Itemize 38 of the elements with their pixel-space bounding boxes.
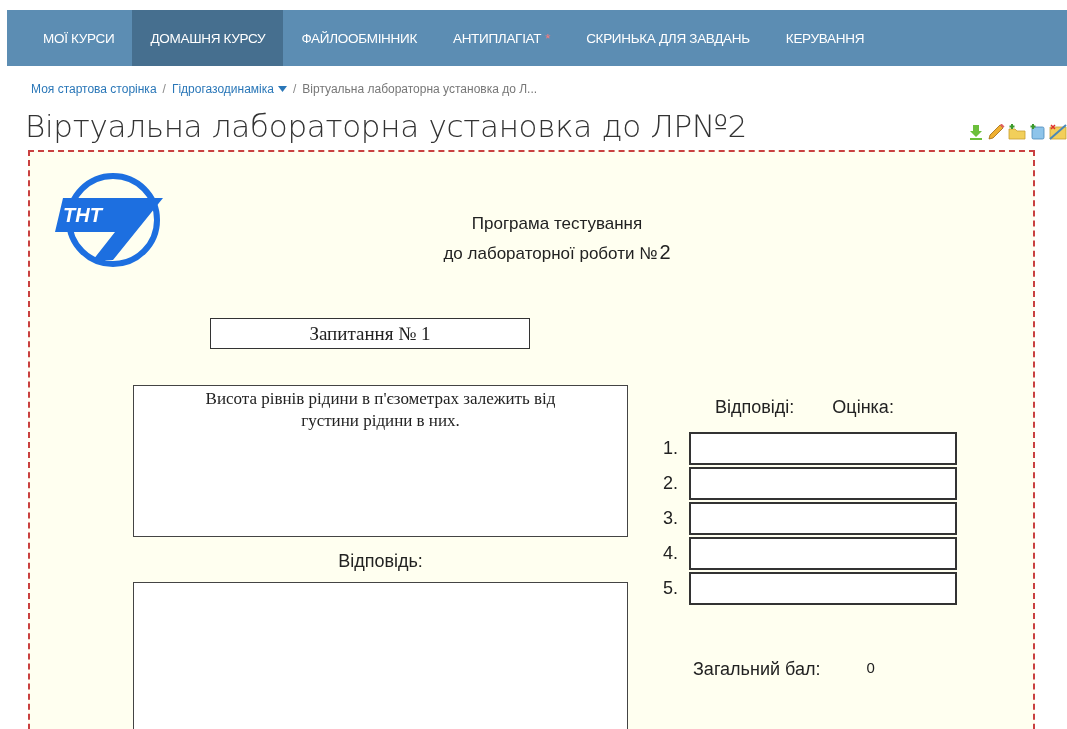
add-document-icon[interactable]	[1029, 124, 1046, 140]
breadcrumb-separator: /	[162, 82, 166, 96]
nav-tab[interactable]: АНТИПЛАГІАТ *	[434, 10, 569, 66]
test-heading: до лабораторної роботи №2	[443, 240, 671, 265]
answer-input[interactable]	[689, 467, 957, 500]
nav-tab[interactable]: ДОМАШНЯ КУРСУ	[132, 10, 284, 66]
answer-label: Відповідь:	[338, 551, 423, 572]
breadcrumb-link[interactable]: Моя стартова сторінка	[31, 82, 157, 96]
question-label: Запитання № 1	[210, 318, 530, 349]
answer-number: 1.	[663, 438, 679, 459]
question-text: Висота рівнів рідини в п'єзометрах залежить від густини рідини в них.	[133, 385, 628, 537]
breadcrumb-link[interactable]: Гідрогазодинаміка	[171, 82, 287, 96]
answers-heading: Відповіді:	[715, 397, 795, 418]
answer-number: 2.	[663, 473, 679, 494]
grade-heading: Оцінка:	[832, 397, 894, 418]
nav-tab[interactable]: ФАЙЛООБМІННИК	[283, 10, 435, 66]
answer-number: 4.	[663, 543, 679, 564]
total-label: Загальний бал:	[693, 659, 821, 680]
nav-tab[interactable]: КЕРУВАННЯ	[767, 10, 883, 66]
add-folder-icon[interactable]	[1008, 124, 1026, 140]
answer-input[interactable]	[689, 572, 957, 605]
current-page-label: Віртуальна лабораторна установка до Л...	[302, 82, 538, 96]
answer-number: 3.	[663, 508, 679, 529]
edit-folder-icon[interactable]	[1049, 124, 1067, 140]
answer-number: 5.	[663, 578, 679, 599]
page-title: Віртуальна лабораторна установка до ЛР№2	[25, 108, 748, 144]
caret-icon	[277, 86, 287, 92]
test-heading: Програма тестування	[471, 213, 643, 235]
nav-tab[interactable]: МОЇ КУРСИ	[7, 10, 133, 66]
nav-tab[interactable]: СКРИНЬКА ДЛЯ ЗАВДАНЬ	[568, 10, 768, 66]
pencil-icon[interactable]	[987, 124, 1005, 140]
answer-input[interactable]	[689, 432, 957, 465]
answer-field[interactable]	[133, 582, 628, 729]
breadcrumb-separator: /	[292, 82, 297, 96]
answer-input[interactable]	[689, 537, 957, 570]
total-value: 0	[866, 659, 875, 678]
answer-input[interactable]	[689, 502, 957, 535]
required-mark: *	[545, 30, 551, 46]
